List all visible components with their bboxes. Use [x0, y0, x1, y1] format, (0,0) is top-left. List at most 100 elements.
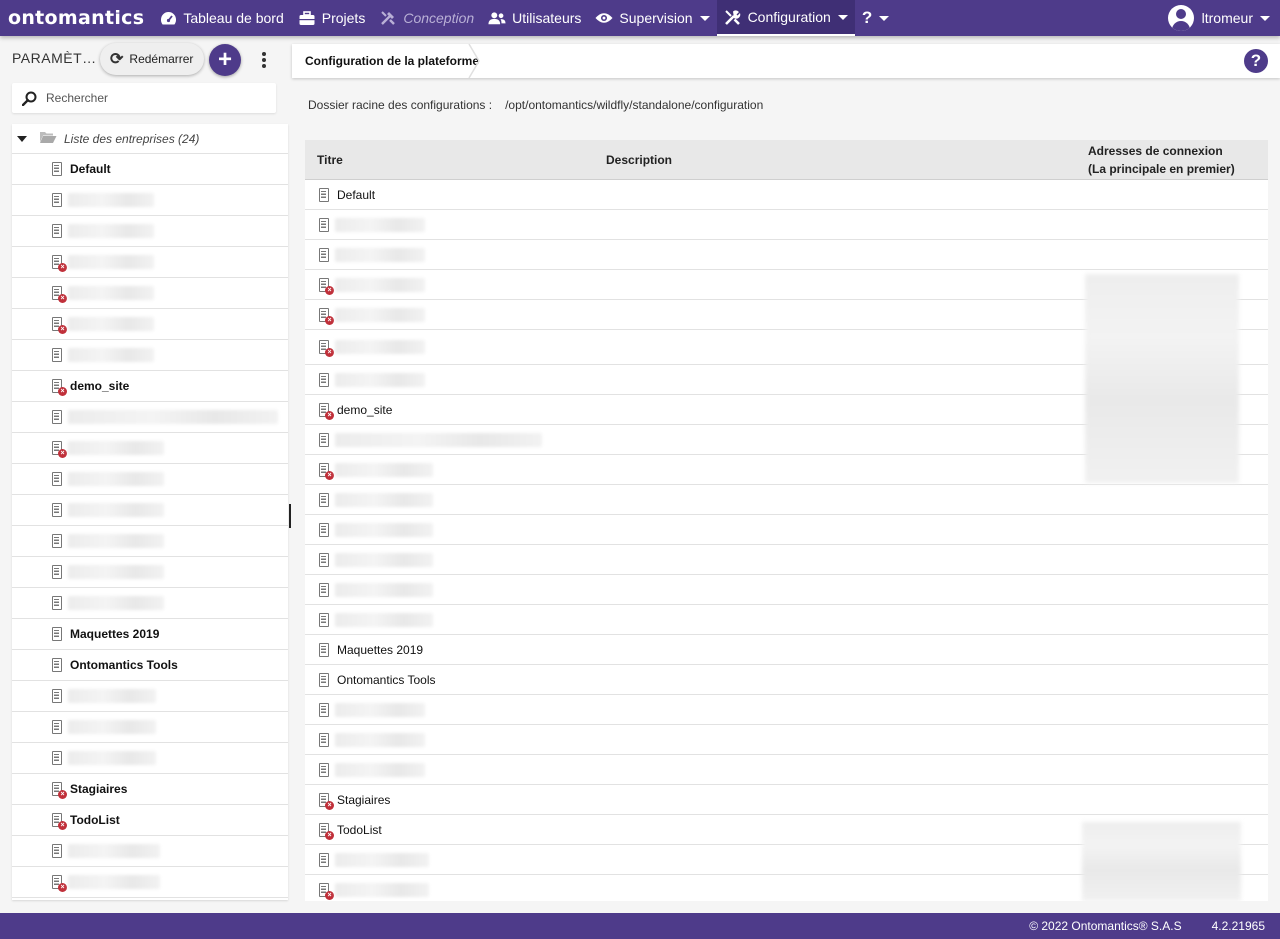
table-row[interactable]: [305, 695, 1268, 725]
table-row[interactable]: [305, 240, 1268, 270]
redacted-title: [335, 732, 425, 747]
table-row[interactable]: [305, 605, 1268, 635]
redacted-title: [335, 432, 542, 447]
briefcase-icon: [298, 9, 316, 27]
building-error-icon: ×: [317, 822, 334, 840]
top-navigation-bar: ontomantics Tableau de bord Projets Conc…: [0, 0, 1280, 36]
building-icon: [317, 702, 331, 718]
tree-item[interactable]: ×: [12, 867, 288, 898]
redacted-label: [68, 286, 154, 300]
table-row[interactable]: [305, 575, 1268, 605]
tree-item[interactable]: ×: [12, 247, 288, 278]
tree-item[interactable]: ×: [12, 278, 288, 309]
redacted-label: [68, 255, 154, 269]
redacted-title: [335, 462, 433, 477]
tree-item[interactable]: [12, 526, 288, 557]
table-row[interactable]: Default: [305, 180, 1268, 210]
error-badge-icon: ×: [325, 315, 334, 325]
redacted-label: [68, 193, 154, 207]
nav-dashboard[interactable]: Tableau de bord: [152, 0, 290, 36]
nav-configuration[interactable]: Configuration: [716, 0, 855, 36]
add-enterprise-button[interactable]: +: [209, 44, 241, 76]
building-icon: [50, 626, 64, 642]
table-row[interactable]: [305, 485, 1268, 515]
tree-item[interactable]: × TodoList: [12, 805, 288, 836]
table-row[interactable]: Ontomantics Tools: [305, 665, 1268, 695]
error-badge-icon: ×: [58, 821, 67, 830]
tree-item[interactable]: [12, 464, 288, 495]
tree-item[interactable]: [12, 836, 288, 867]
tree-item[interactable]: [12, 557, 288, 588]
table-row[interactable]: [305, 210, 1268, 240]
root-directory-value: /opt/ontomantics/wildfly/standalone/conf…: [505, 98, 764, 112]
chevron-down-icon: [837, 14, 848, 20]
more-options-icon[interactable]: [259, 50, 269, 70]
panel-resize-handle[interactable]: [289, 504, 291, 528]
user-menu[interactable]: ltromeur: [1167, 0, 1270, 36]
table-row[interactable]: [305, 725, 1268, 755]
root-directory-info: Dossier racine des configurations : /opt…: [308, 98, 763, 112]
building-error-icon: ×: [50, 316, 67, 334]
building-icon: [50, 595, 64, 611]
building-icon: [317, 552, 331, 568]
tree-item[interactable]: [12, 216, 288, 247]
redacted-label: [68, 503, 164, 517]
tree-item[interactable]: [12, 495, 288, 526]
tree-item[interactable]: [12, 743, 288, 774]
redacted-title: [335, 307, 425, 322]
redacted-title: [335, 582, 433, 597]
table-row[interactable]: [305, 755, 1268, 785]
building-error-icon: ×: [317, 402, 334, 420]
building-icon: [317, 642, 331, 658]
redacted-label: [68, 224, 154, 238]
tree-item[interactable]: [12, 402, 288, 433]
help-icon[interactable]: ?: [1244, 49, 1268, 73]
redacted-label: [68, 410, 278, 424]
root-directory-label: Dossier racine des configurations :: [308, 98, 493, 112]
nav-users[interactable]: Utilisateurs: [481, 0, 588, 36]
nav-projects[interactable]: Projets: [291, 0, 373, 36]
table-row[interactable]: × Stagiaires: [305, 785, 1268, 815]
tree-item[interactable]: Default: [12, 154, 288, 185]
search-input[interactable]: [46, 91, 266, 105]
breadcrumb-item[interactable]: Configuration de la plateforme: [292, 44, 491, 78]
tree-item[interactable]: [12, 588, 288, 619]
tree-item[interactable]: Maquettes 2019: [12, 619, 288, 650]
redacted-title: [335, 702, 425, 717]
tree-item[interactable]: [12, 681, 288, 712]
building-icon: [50, 409, 64, 425]
error-badge-icon: ×: [58, 263, 67, 272]
tree-item[interactable]: [12, 185, 288, 216]
tree-item[interactable]: [12, 712, 288, 743]
error-badge-icon: ×: [58, 883, 67, 892]
building-icon: [50, 657, 64, 673]
restart-button[interactable]: ⟳ Redémarrer: [100, 43, 205, 75]
building-icon: [50, 502, 64, 518]
sidebar-title: PARAMÈTRES: [12, 50, 102, 66]
tree-item[interactable]: × demo_site: [12, 371, 288, 402]
nav-supervision[interactable]: Supervision: [588, 0, 716, 36]
app-version: 4.2.21965: [1211, 919, 1265, 933]
column-header-title[interactable]: Titre: [317, 140, 343, 180]
tree-root-enterprises[interactable]: Liste des entreprises (24): [12, 124, 288, 154]
column-header-description[interactable]: Description: [606, 140, 672, 180]
redacted-title: [335, 340, 425, 354]
table-row[interactable]: Maquettes 2019: [305, 635, 1268, 665]
question-icon: ?: [861, 8, 873, 27]
search-box: [12, 83, 276, 113]
tree-item[interactable]: Ontomantics Tools: [12, 650, 288, 681]
table-row[interactable]: [305, 545, 1268, 575]
tree-item[interactable]: [12, 340, 288, 371]
building-icon: [50, 223, 64, 239]
tree-item-label: TodoList: [70, 813, 120, 827]
tree-item[interactable]: ×: [12, 433, 288, 464]
tree-item[interactable]: × Stagiaires: [12, 774, 288, 805]
app-logo[interactable]: ontomantics: [8, 7, 144, 29]
column-header-addresses[interactable]: Adresses de connexion (La principale en …: [1088, 140, 1235, 180]
table-row[interactable]: [305, 515, 1268, 545]
error-badge-icon: ×: [325, 285, 334, 295]
tree-item[interactable]: ×: [12, 309, 288, 340]
nav-help-menu[interactable]: ?: [855, 0, 896, 36]
caret-down-icon[interactable]: [17, 135, 27, 142]
building-icon: [50, 347, 64, 363]
